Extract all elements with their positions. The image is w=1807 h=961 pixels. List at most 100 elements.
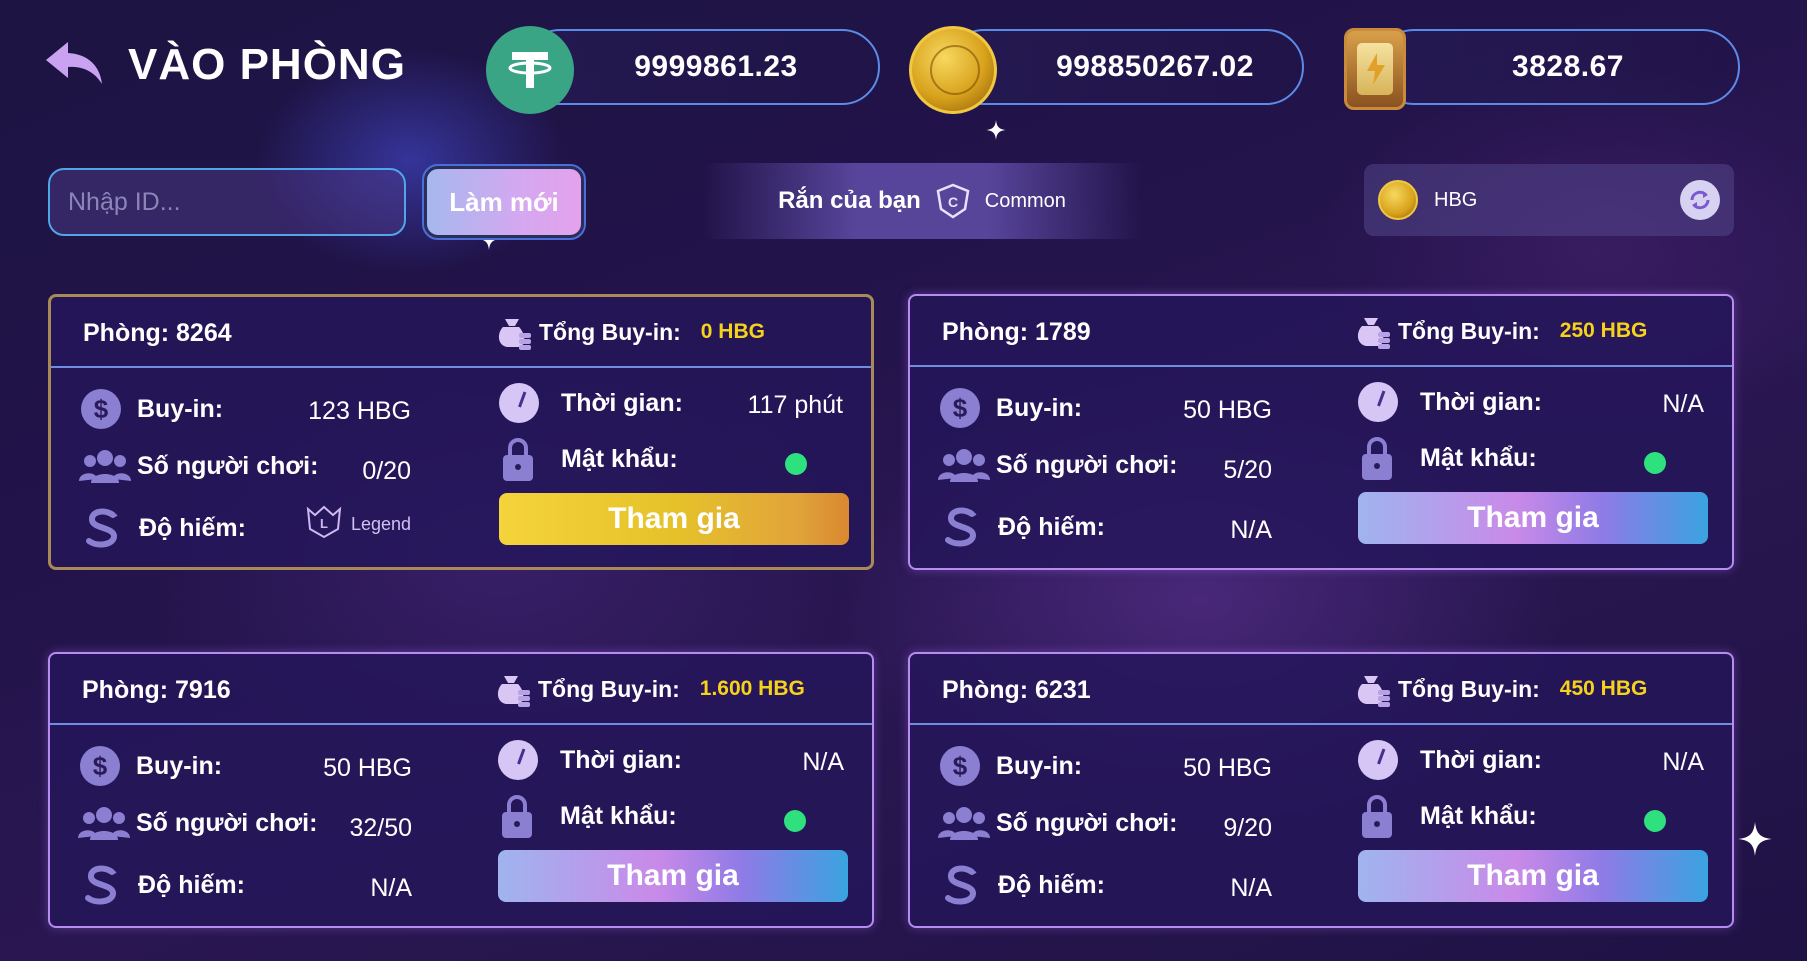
room-rarity-value: N/A — [1230, 874, 1272, 902]
room-total-buyin-value: 250 HBG — [1559, 319, 1648, 342]
clock-icon — [498, 740, 538, 780]
room-card: Phòng: 1789 Tổng Buy-in: 250 HBG $ Buy-i… — [908, 294, 1734, 570]
join-room-button[interactable]: Tham gia — [1358, 850, 1708, 902]
room-header: Phòng: 7916 Tổng Buy-in: 1.600 HBG — [50, 654, 872, 725]
room-id-search-input[interactable] — [48, 168, 406, 236]
password-status-dot — [1644, 452, 1666, 474]
room-header: Phòng: 6231 Tổng Buy-in: 450 HBG — [910, 654, 1732, 725]
token-selector-label: HBG — [1434, 188, 1478, 211]
room-card: Phòng: 8264 Tổng Buy-in: 0 HBG $ Buy-in:… — [48, 294, 874, 570]
password-status-dot — [785, 453, 807, 475]
room-id: Phòng: 1789 — [942, 318, 1091, 346]
room-id: Phòng: 7916 — [82, 676, 231, 704]
room-players-value: 9/20 — [1223, 814, 1272, 842]
money-bag-icon — [1350, 310, 1392, 352]
energy-card-icon — [1344, 28, 1406, 110]
players-icon — [938, 806, 990, 840]
room-buyin-row: $ Buy-in: — [940, 388, 1082, 428]
room-rarity-label: Độ hiếm: — [998, 870, 1105, 899]
room-total-buyin: Tổng Buy-in: 0 HBG — [491, 311, 765, 353]
room-players-row: Số người chơi: — [78, 806, 317, 840]
room-rarity-row: Độ hiếm: — [942, 864, 1105, 906]
hbg-coin-icon — [1378, 180, 1418, 220]
room-password-row: Mật khẩu: — [1360, 436, 1537, 480]
join-room-button[interactable]: Tham gia — [498, 850, 848, 902]
energy-balance-value: 3828.67 — [1512, 50, 1624, 83]
room-time-label: Thời gian: — [1420, 745, 1542, 774]
room-time-label: Thời gian: — [1420, 387, 1542, 416]
room-total-buyin-label: Tổng Buy-in: — [538, 675, 680, 702]
swap-icon[interactable] — [1680, 180, 1720, 220]
players-icon — [79, 449, 131, 483]
password-status-dot — [1644, 810, 1666, 832]
room-rarity-label: Độ hiếm: — [139, 513, 246, 542]
money-bag-icon — [490, 668, 532, 710]
usdt-balance-value: 9999861.23 — [634, 50, 798, 83]
sparkle-icon — [986, 120, 1006, 140]
energy-balance: 3828.67 — [1376, 29, 1740, 105]
token-selector[interactable]: HBG — [1364, 164, 1734, 236]
room-header: Phòng: 8264 Tổng Buy-in: 0 HBG — [51, 297, 871, 368]
svg-text:C: C — [948, 194, 958, 210]
room-buyin-row: $ Buy-in: — [940, 746, 1082, 786]
room-password-row: Mật khẩu: — [1360, 794, 1537, 838]
your-snake-banner[interactable]: Rắn của bạn C Common — [702, 163, 1142, 239]
room-buyin-value: 50 HBG — [1183, 396, 1272, 424]
room-time-label: Thời gian: — [560, 745, 682, 774]
back-arrow-icon[interactable] — [44, 38, 106, 90]
room-rarity-label: Độ hiếm: — [998, 512, 1105, 541]
dollar-icon: $ — [80, 746, 120, 786]
room-buyin-label: Buy-in: — [136, 751, 223, 780]
room-time-value: N/A — [802, 748, 844, 776]
players-icon — [938, 448, 990, 482]
rarity-snake-icon — [82, 864, 122, 906]
refresh-button[interactable]: Làm mới — [422, 164, 586, 240]
room-time-row: Thời gian: — [1358, 740, 1542, 780]
room-total-buyin: Tổng Buy-in: 1.600 HBG — [490, 668, 805, 710]
join-room-button[interactable]: Tham gia — [499, 493, 849, 545]
players-icon — [78, 806, 130, 840]
page-title: VÀO PHÒNG — [128, 40, 406, 89]
room-time-label: Thời gian: — [561, 388, 683, 417]
room-total-buyin-label: Tổng Buy-in: — [1398, 675, 1540, 702]
svg-text:L: L — [320, 516, 328, 531]
room-players-row: Số người chơi: — [938, 448, 1177, 482]
sparkle-icon — [1738, 822, 1772, 856]
room-rarity-row: Độ hiếm: — [83, 507, 246, 549]
room-time-row: Thời gian: — [499, 383, 683, 423]
room-password-label: Mật khẩu: — [561, 444, 678, 473]
your-snake-label: Rắn của bạn — [778, 187, 921, 214]
dollar-icon: $ — [940, 388, 980, 428]
common-rarity-shield-icon: C — [936, 183, 970, 219]
room-rarity-row: Độ hiếm: — [942, 506, 1105, 548]
room-buyin-label: Buy-in: — [137, 394, 224, 423]
room-password-row: Mật khẩu: — [500, 794, 677, 838]
room-id: Phòng: 8264 — [83, 319, 232, 347]
room-buyin-row: $ Buy-in: — [81, 389, 223, 429]
room-card: Phòng: 6231 Tổng Buy-in: 450 HBG $ Buy-i… — [908, 652, 1734, 928]
room-rarity-row: Độ hiếm: — [82, 864, 245, 906]
room-buyin-value: 50 HBG — [1183, 754, 1272, 782]
room-password-label: Mật khẩu: — [560, 801, 677, 830]
room-total-buyin-value: 450 HBG — [1559, 677, 1648, 700]
room-players-label: Số người chơi: — [996, 808, 1178, 837]
room-players-value: 32/50 — [349, 814, 412, 842]
room-total-buyin-label: Tổng Buy-in: — [1398, 317, 1540, 344]
room-rarity-value: N/A — [370, 874, 412, 902]
room-rarity-value: N/A — [1230, 516, 1272, 544]
lock-icon — [1360, 436, 1394, 480]
room-time-value: N/A — [1662, 390, 1704, 418]
password-status-dot — [784, 810, 806, 832]
room-buyin-label: Buy-in: — [996, 393, 1083, 422]
room-buyin-value: 123 HBG — [308, 397, 411, 425]
dollar-icon: $ — [81, 389, 121, 429]
your-snake-rarity: Common — [984, 189, 1066, 212]
room-total-buyin: Tổng Buy-in: 250 HBG — [1350, 310, 1647, 352]
clock-icon — [1358, 740, 1398, 780]
hero-coin-balance-value: 998850267.02 — [1056, 50, 1254, 83]
room-players-value: 0/20 — [362, 457, 411, 485]
room-id: Phòng: 6231 — [942, 676, 1091, 704]
legend-rarity-icon: L — [305, 505, 343, 544]
room-total-buyin-label: Tổng Buy-in: — [539, 318, 681, 345]
join-room-button[interactable]: Tham gia — [1358, 492, 1708, 544]
